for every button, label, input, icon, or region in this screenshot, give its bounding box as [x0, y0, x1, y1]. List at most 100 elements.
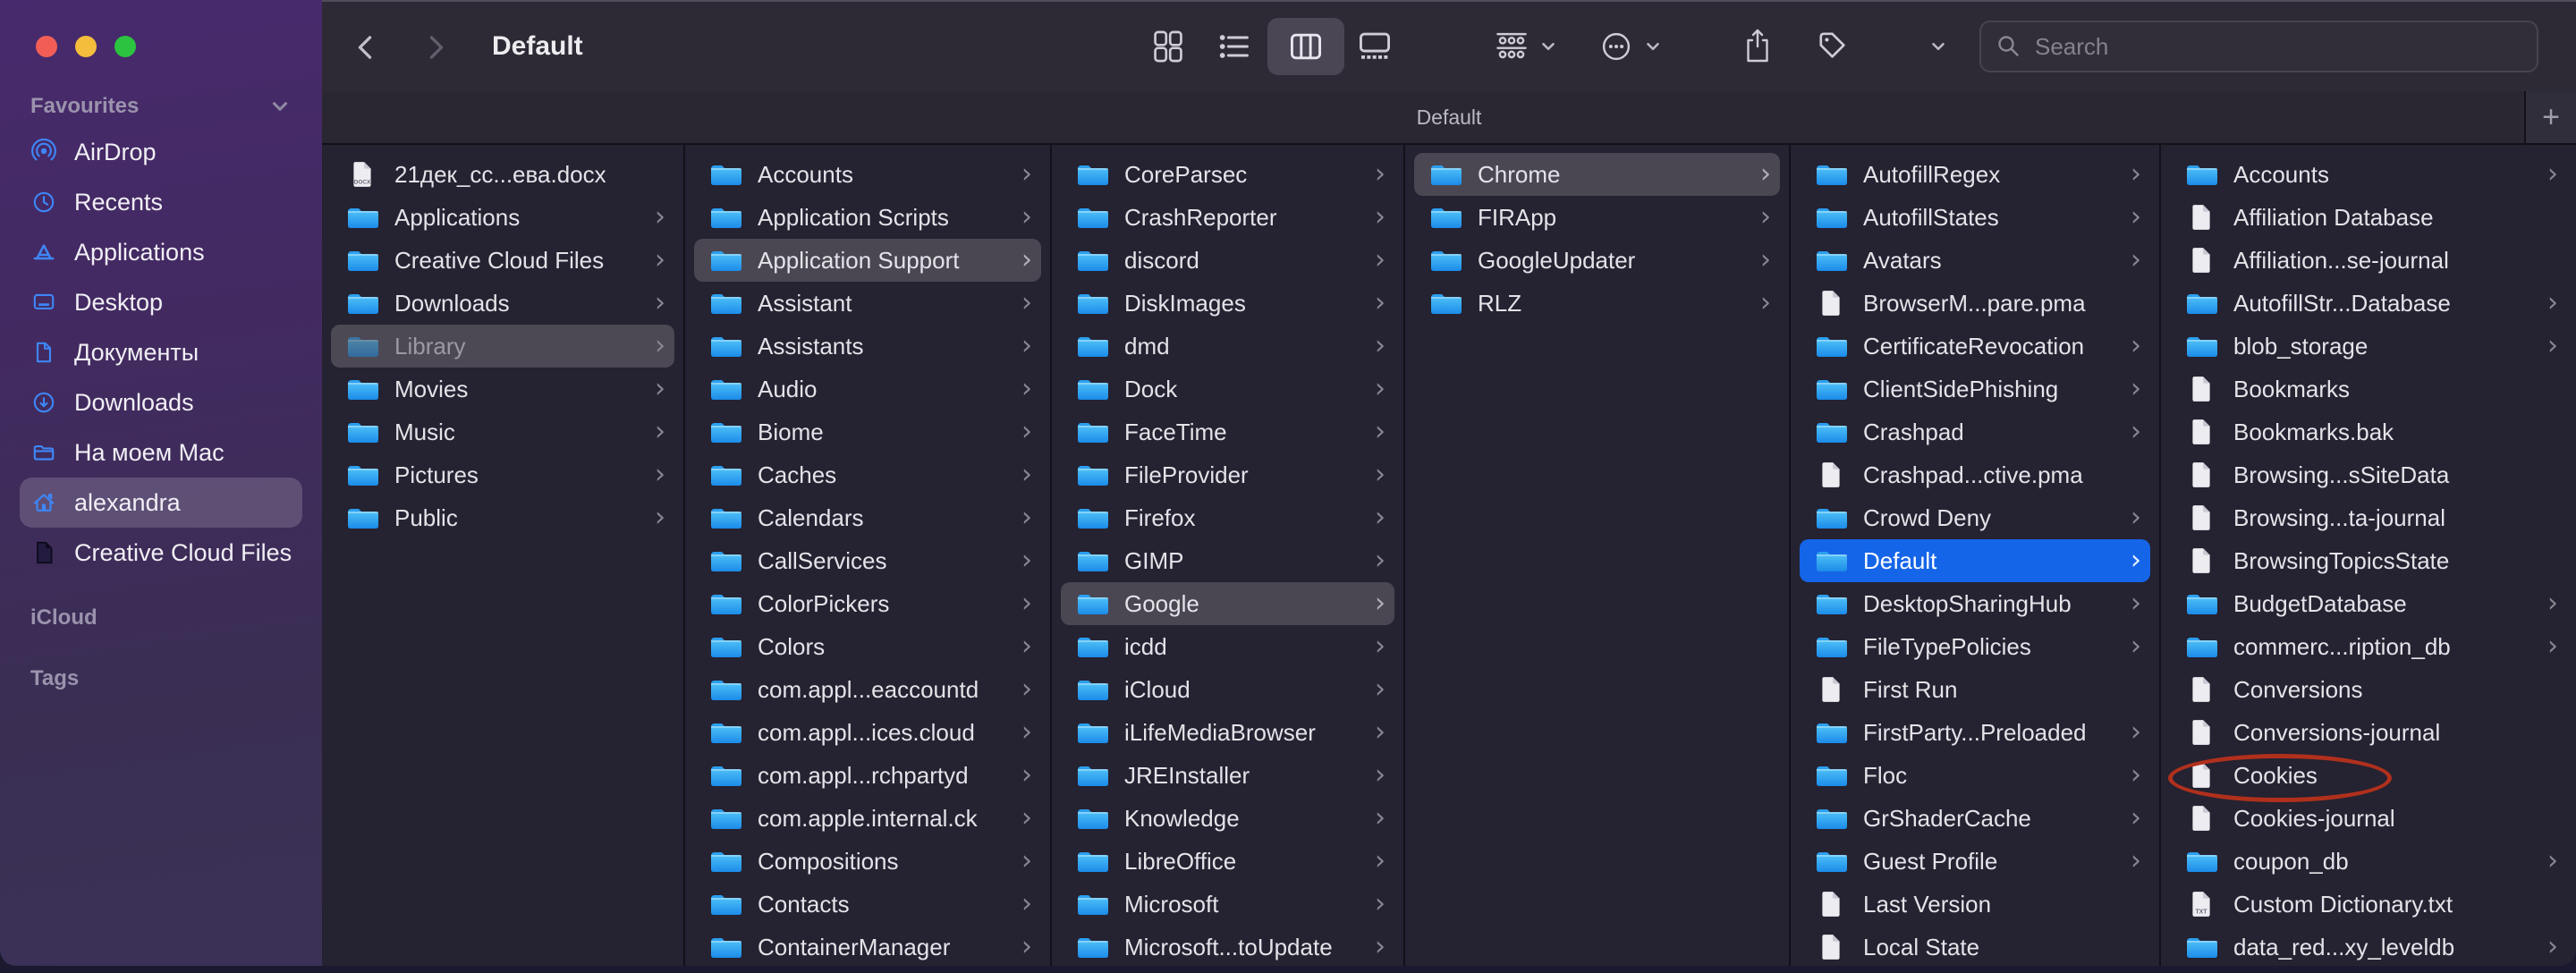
column-view-button[interactable] — [1288, 29, 1324, 64]
file-row-crashpad[interactable]: Crashpad › — [1800, 410, 2150, 453]
minimize-button[interactable] — [75, 36, 97, 57]
file-row-pictures[interactable]: Pictures › — [331, 453, 674, 496]
file-row-microsoft[interactable]: Microsoft › — [1061, 883, 1394, 926]
file-row-crashreporter[interactable]: CrashReporter › — [1061, 196, 1394, 239]
sidebar-item-на-моем-mac[interactable]: На моем Mac — [20, 427, 302, 478]
gallery-view-button[interactable] — [1357, 29, 1393, 64]
tag-button[interactable] — [1814, 27, 1850, 63]
sidebar-item-документы[interactable]: Документы — [20, 327, 302, 377]
sidebar-item-applications[interactable]: Applications — [20, 227, 302, 277]
file-row-local-state[interactable]: Local State — [1800, 926, 2150, 966]
more-actions-button[interactable] — [1598, 29, 1634, 64]
file-row-bookmarks[interactable]: Bookmarks — [2170, 368, 2567, 410]
file-row-jreinstaller[interactable]: JREInstaller › — [1061, 754, 1394, 797]
file-row-filetypepolicies[interactable]: FileTypePolicies › — [1800, 625, 2150, 668]
sidebar-item-creative-cloud-files[interactable]: Creative Cloud Files — [20, 528, 302, 578]
sidebar-item-alexandra[interactable]: alexandra — [20, 478, 302, 528]
file-row-desktopsharinghub[interactable]: DesktopSharingHub › — [1800, 582, 2150, 625]
icon-view-button[interactable] — [1150, 29, 1186, 64]
file-row-clientsidephishing[interactable]: ClientSidePhishing › — [1800, 368, 2150, 410]
file-row-first-run[interactable]: First Run — [1800, 668, 2150, 711]
file-row-calendars[interactable]: Calendars › — [694, 496, 1041, 539]
file-row-browsing-ssitedata[interactable]: Browsing...sSiteData — [2170, 453, 2567, 496]
file-row-last-version[interactable]: Last Version — [1800, 883, 2150, 926]
file-row-accounts[interactable]: Accounts › — [694, 153, 1041, 196]
file-row-microsoft-toupdate[interactable]: Microsoft...toUpdate › — [1061, 926, 1394, 966]
file-row-budgetdatabase[interactable]: BudgetDatabase › — [2170, 582, 2567, 625]
file-row-affiliation-database[interactable]: Affiliation Database — [2170, 196, 2567, 239]
file-row-knowledge[interactable]: Knowledge › — [1061, 797, 1394, 840]
file-row-grshadercache[interactable]: GrShaderCache › — [1800, 797, 2150, 840]
file-row-21дек-сс-ева-docx[interactable]: 21дек_сс...ева.docx — [331, 153, 674, 196]
search-field[interactable] — [1979, 21, 2538, 72]
file-row-data-red-xy-leveldb[interactable]: data_red...xy_leveldb › — [2170, 926, 2567, 966]
file-row-icdd[interactable]: icdd › — [1061, 625, 1394, 668]
search-input[interactable] — [2033, 31, 2522, 62]
sidebar-item-airdrop[interactable]: AirDrop — [20, 127, 302, 177]
file-row-assistants[interactable]: Assistants › — [694, 325, 1041, 368]
file-row-accounts[interactable]: Accounts › — [2170, 153, 2567, 196]
file-row-cookies-journal[interactable]: Cookies-journal — [2170, 797, 2567, 840]
file-row-bookmarks-bak[interactable]: Bookmarks.bak — [2170, 410, 2567, 453]
group-by-chevron[interactable] — [1538, 37, 1558, 56]
file-row-downloads[interactable]: Downloads › — [331, 282, 674, 325]
file-row-icloud[interactable]: iCloud › — [1061, 668, 1394, 711]
share-button[interactable] — [1741, 25, 1774, 68]
file-row-crowd-deny[interactable]: Crowd Deny › — [1800, 496, 2150, 539]
file-row-cookies[interactable]: Cookies — [2168, 754, 2567, 802]
file-row-conversions[interactable]: Conversions — [2170, 668, 2567, 711]
file-row-com-apple-internal-ck[interactable]: com.apple.internal.ck › — [694, 797, 1041, 840]
file-row-assistant[interactable]: Assistant › — [694, 282, 1041, 325]
file-row-com-appl-rchpartyd[interactable]: com.appl...rchpartyd › — [694, 754, 1041, 797]
group-by-button[interactable] — [1494, 29, 1530, 64]
file-row-creative-cloud-files[interactable]: Creative Cloud Files › — [331, 239, 674, 282]
sidebar-item-recents[interactable]: Recents — [20, 177, 302, 227]
file-row-default[interactable]: Default › — [1800, 539, 2150, 582]
file-row-dmd[interactable]: dmd › — [1061, 325, 1394, 368]
file-row-public[interactable]: Public › — [331, 496, 674, 539]
file-row-coreparsec[interactable]: CoreParsec › — [1061, 153, 1394, 196]
file-row-compositions[interactable]: Compositions › — [694, 840, 1041, 883]
file-row-crashpad-ctive-pma[interactable]: Crashpad...ctive.pma — [1800, 453, 2150, 496]
file-row-colors[interactable]: Colors › — [694, 625, 1041, 668]
file-row-ilifemediabrowser[interactable]: iLifeMediaBrowser › — [1061, 711, 1394, 754]
forward-button[interactable] — [415, 25, 458, 70]
file-row-biome[interactable]: Biome › — [694, 410, 1041, 453]
file-row-fileprovider[interactable]: FileProvider › — [1061, 453, 1394, 496]
file-row-application-scripts[interactable]: Application Scripts › — [694, 196, 1041, 239]
file-row-coupon-db[interactable]: coupon_db › — [2170, 840, 2567, 883]
file-row-facetime[interactable]: FaceTime › — [1061, 410, 1394, 453]
list-view-button[interactable] — [1216, 29, 1252, 64]
back-button[interactable] — [343, 25, 386, 70]
file-row-containermanager[interactable]: ContainerManager › — [694, 926, 1041, 966]
file-row-com-appl-ices-cloud[interactable]: com.appl...ices.cloud › — [694, 711, 1041, 754]
close-button[interactable] — [36, 36, 57, 57]
more-actions-chevron[interactable] — [1643, 37, 1663, 56]
file-row-colorpickers[interactable]: ColorPickers › — [694, 582, 1041, 625]
file-row-gimp[interactable]: GIMP › — [1061, 539, 1394, 582]
file-row-commerc-ription-db[interactable]: commerc...ription_db › — [2170, 625, 2567, 668]
file-row-custom-dictionary-txt[interactable]: Custom Dictionary.txt — [2170, 883, 2567, 926]
file-row-applications[interactable]: Applications › — [331, 196, 674, 239]
file-row-browsingtopicsstate[interactable]: BrowsingTopicsState — [2170, 539, 2567, 582]
file-row-googleupdater[interactable]: GoogleUpdater › — [1414, 239, 1780, 282]
sidebar-item-desktop[interactable]: Desktop — [20, 277, 302, 327]
file-row-conversions-journal[interactable]: Conversions-journal — [2170, 711, 2567, 754]
file-row-library[interactable]: Library › — [331, 325, 674, 368]
file-row-diskimages[interactable]: DiskImages › — [1061, 282, 1394, 325]
file-row-certificaterevocation[interactable]: CertificateRevocation › — [1800, 325, 2150, 368]
file-row-dock[interactable]: Dock › — [1061, 368, 1394, 410]
file-row-floc[interactable]: Floc › — [1800, 754, 2150, 797]
file-row-contacts[interactable]: Contacts › — [694, 883, 1041, 926]
file-row-libreoffice[interactable]: LibreOffice › — [1061, 840, 1394, 883]
file-row-avatars[interactable]: Avatars › — [1800, 239, 2150, 282]
file-row-google[interactable]: Google › — [1061, 582, 1394, 625]
add-tab-button[interactable]: + — [2524, 91, 2576, 143]
file-row-discord[interactable]: discord › — [1061, 239, 1394, 282]
zoom-button[interactable] — [114, 36, 136, 57]
file-row-guest-profile[interactable]: Guest Profile › — [1800, 840, 2150, 883]
file-row-browserm-pare-pma[interactable]: BrowserM...pare.pma — [1800, 282, 2150, 325]
file-row-rlz[interactable]: RLZ › — [1414, 282, 1780, 325]
file-row-music[interactable]: Music › — [331, 410, 674, 453]
file-row-affiliation-se-journal[interactable]: Affiliation...se-journal — [2170, 239, 2567, 282]
